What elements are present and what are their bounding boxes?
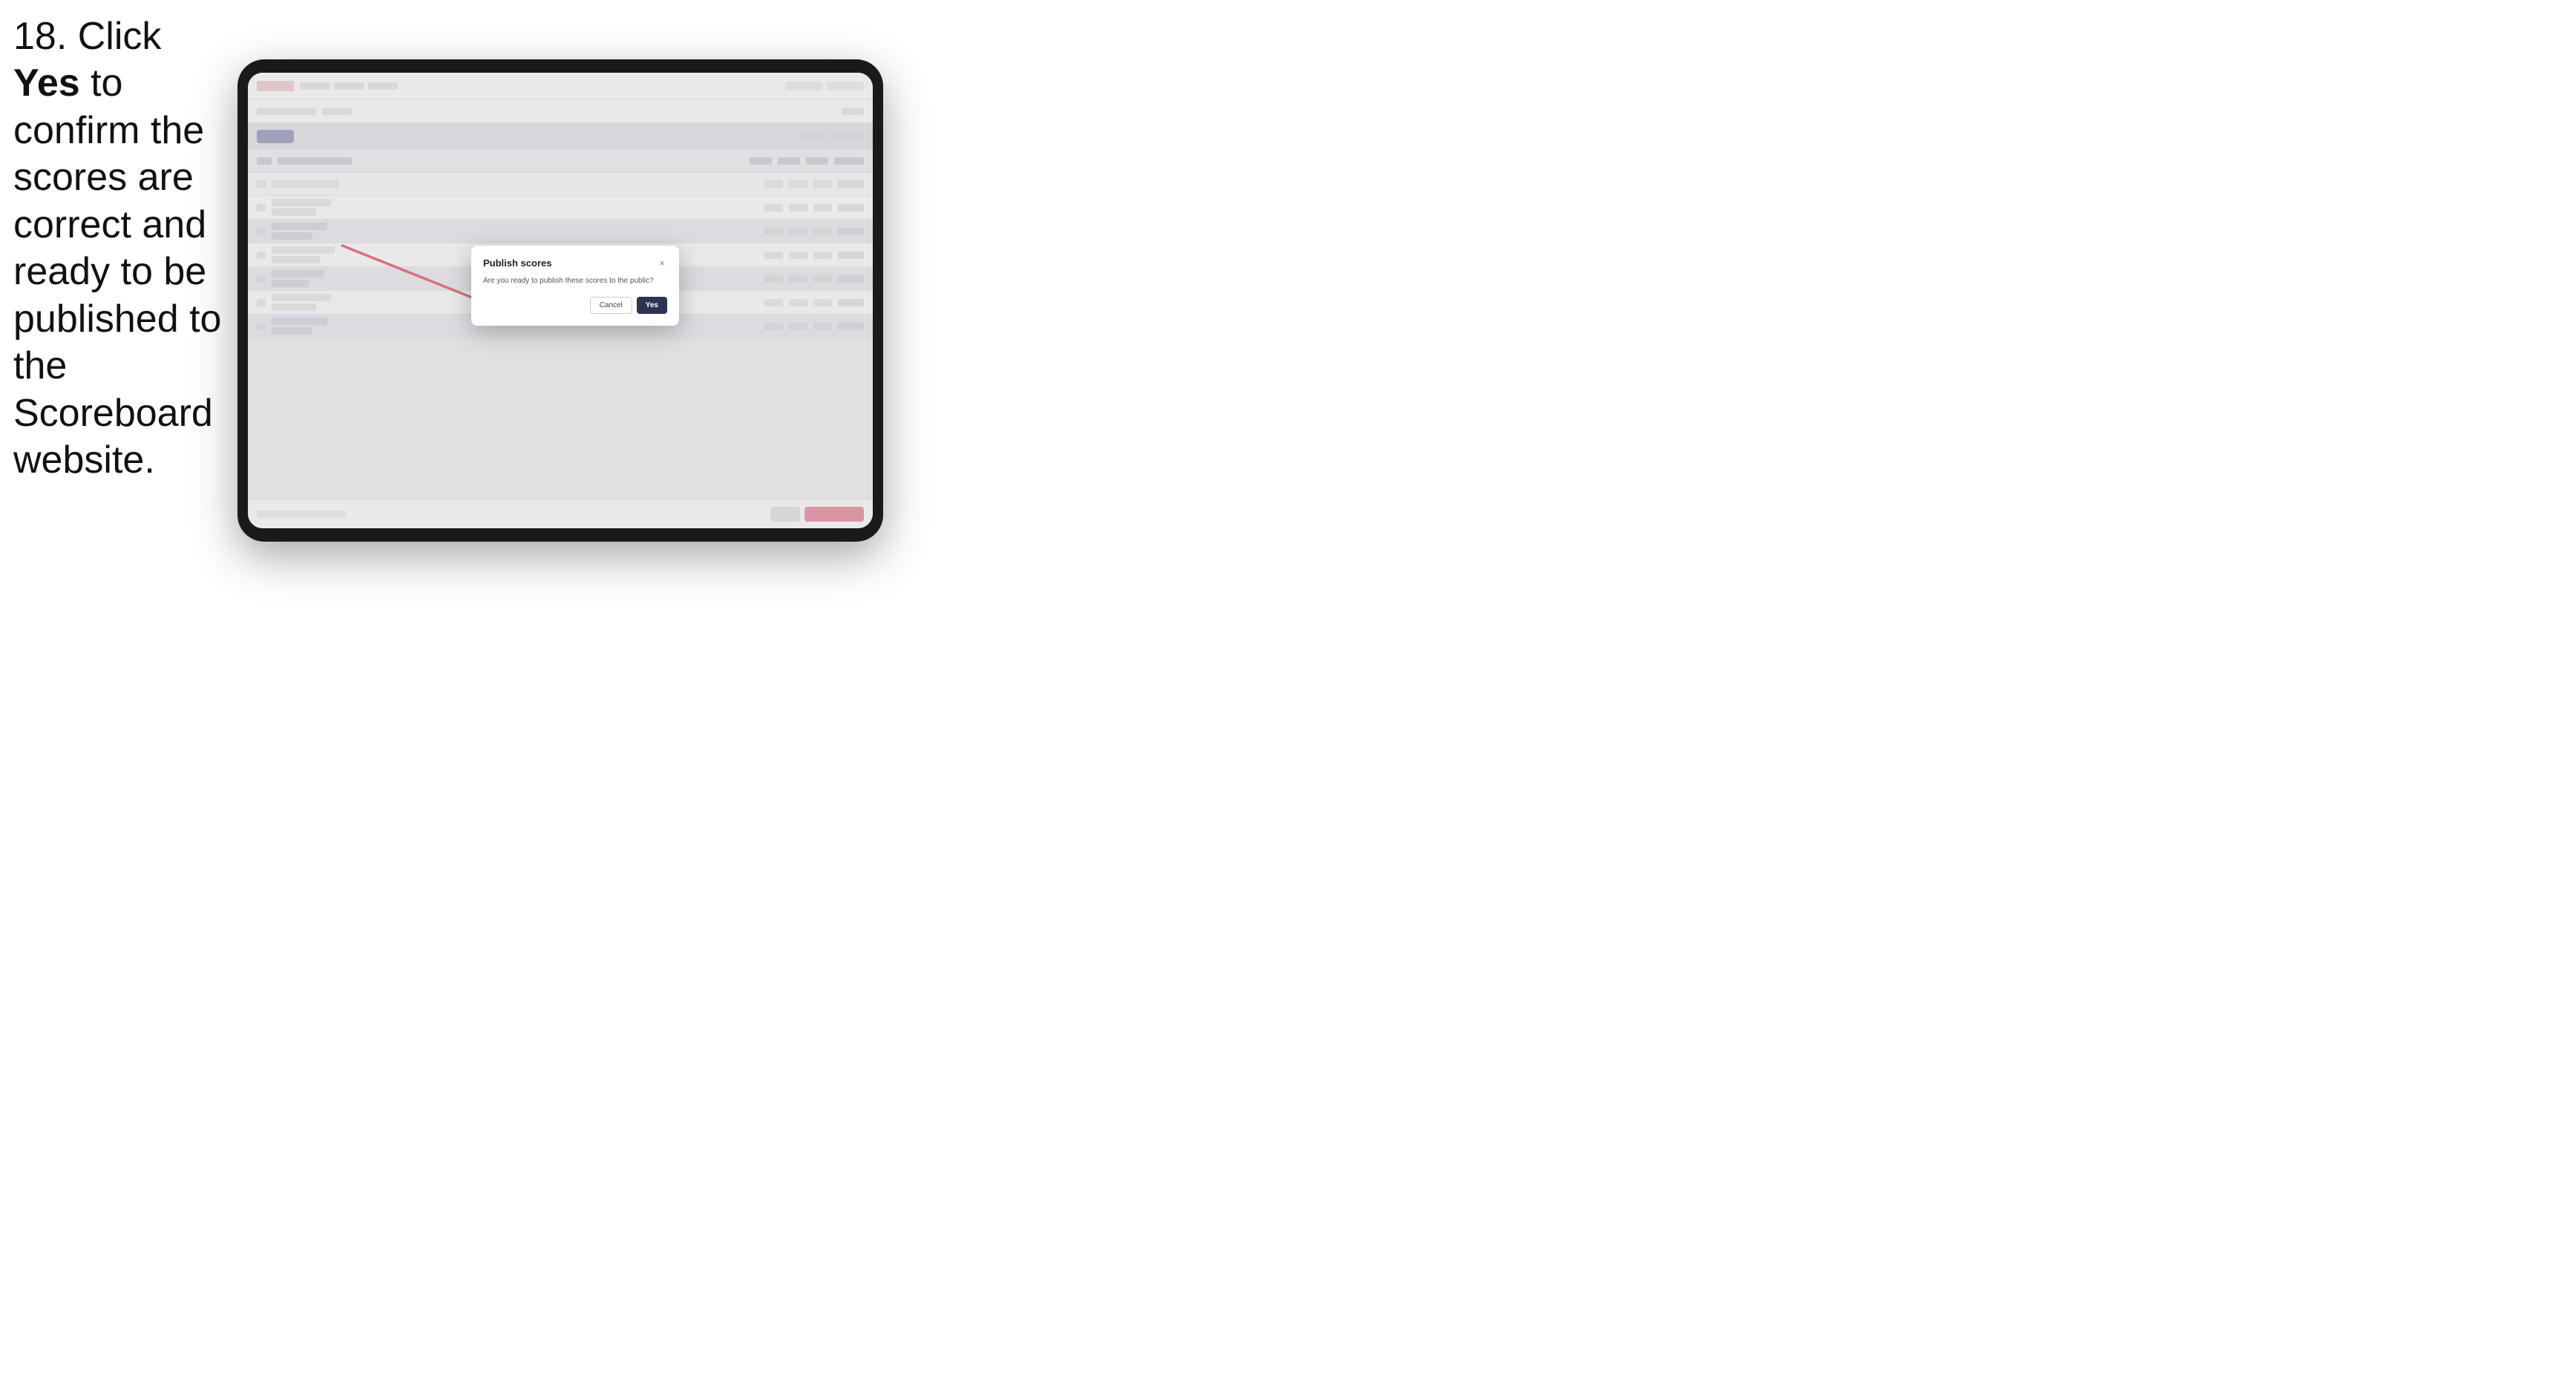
modal-body-text: Are you ready to publish these scores to… <box>483 276 667 286</box>
bold-yes: Yes <box>13 62 80 105</box>
instruction-text: 18. Click Yes to confirm the scores are … <box>13 13 229 484</box>
cancel-button[interactable]: Cancel <box>590 297 632 314</box>
modal-header: Publish scores × <box>483 257 667 269</box>
text-after-bold: to confirm the scores are correct and re… <box>13 62 221 482</box>
modal-close-button[interactable]: × <box>657 258 667 269</box>
text-before-bold: Click <box>67 15 161 58</box>
modal-dialog: Publish scores × Are you ready to publis… <box>471 246 679 326</box>
tablet-screen: Publish scores × Are you ready to publis… <box>248 73 873 528</box>
modal-overlay: Publish scores × Are you ready to publis… <box>248 73 873 528</box>
step-number: 18. <box>13 15 67 58</box>
modal-title: Publish scores <box>483 257 551 269</box>
tablet-device: Publish scores × Are you ready to publis… <box>237 59 883 542</box>
yes-button[interactable]: Yes <box>637 297 667 314</box>
modal-footer: Cancel Yes <box>483 297 667 314</box>
